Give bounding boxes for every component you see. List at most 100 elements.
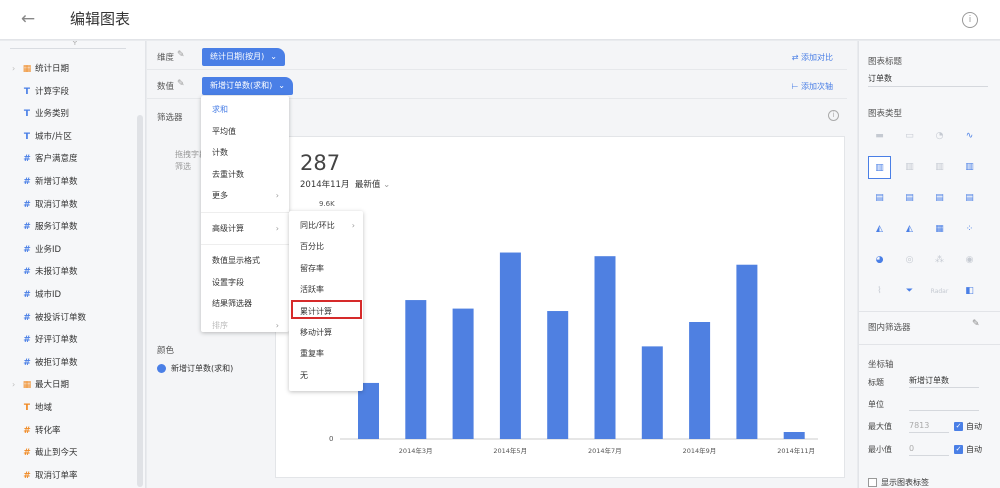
bar[interactable]: [641, 346, 663, 439]
menu-item[interactable]: 结果筛选器: [201, 293, 289, 314]
chart-type-option[interactable]: Radar: [928, 280, 951, 303]
min-input[interactable]: 0: [909, 443, 949, 456]
chart-type-option[interactable]: ⏷: [898, 280, 921, 303]
field-item[interactable]: # 被拒订单数: [0, 352, 140, 374]
chart-type-option[interactable]: ▭: [898, 125, 921, 148]
field-item[interactable]: # 取消订单率: [0, 465, 140, 487]
pencil-icon[interactable]: ✎: [177, 50, 185, 60]
menu-item[interactable]: 数值显示格式: [201, 250, 289, 271]
max-auto-checkbox[interactable]: ✓ 自动: [954, 421, 982, 432]
menu-item[interactable]: 去重计数: [201, 164, 289, 185]
field-item[interactable]: # 客户满意度: [0, 148, 140, 170]
bar[interactable]: [689, 322, 711, 439]
chart-type-option[interactable]: ▬: [868, 125, 891, 148]
submenu-item[interactable]: 重复率: [289, 343, 363, 364]
field-item[interactable]: # 被投诉订单数: [0, 307, 140, 329]
color-legend-item[interactable]: 新增订单数(求和): [157, 363, 233, 374]
value-pill[interactable]: 新增订单数(求和) ⌄: [202, 77, 293, 95]
field-item[interactable]: T 地域: [0, 397, 140, 419]
checkbox-icon: [868, 478, 877, 487]
add-secondary-axis-button[interactable]: ⊢ 添加次轴: [791, 81, 833, 92]
chart-type-option[interactable]: ◭: [898, 218, 921, 241]
info-icon[interactable]: i: [962, 12, 978, 28]
dimension-pill[interactable]: 统计日期(按月) ⌄: [202, 48, 285, 66]
menu-item[interactable]: 计数: [201, 142, 289, 163]
chart-type-option[interactable]: ◎: [898, 249, 921, 272]
field-item[interactable]: T 业务类别: [0, 103, 140, 125]
field-item[interactable]: # 截止到今天: [0, 442, 140, 464]
menu-item[interactable]: 设置字段: [201, 272, 289, 293]
menu-item[interactable]: 排序 ›: [201, 315, 289, 336]
chart-type-option[interactable]: ▤: [868, 187, 891, 210]
min-auto-checkbox[interactable]: ✓ 自动: [954, 444, 982, 455]
chart-type-option[interactable]: ◧: [958, 280, 981, 303]
chart-type-option[interactable]: ⌇: [868, 280, 891, 303]
unit-input[interactable]: [909, 398, 979, 411]
chevron-right-icon[interactable]: ›: [12, 58, 15, 80]
y-tick-label: 0: [329, 435, 334, 443]
bar[interactable]: [358, 382, 379, 439]
field-item[interactable]: T 城市/片区: [0, 126, 140, 148]
field-search-input[interactable]: ⚲: [10, 41, 126, 49]
bar[interactable]: [594, 256, 616, 439]
submenu-item[interactable]: 活跃率: [289, 279, 363, 300]
chart-type-option[interactable]: ▥: [958, 156, 981, 179]
bar[interactable]: [783, 432, 805, 439]
field-item[interactable]: › ▦ 统计日期: [0, 58, 140, 80]
chevron-right-icon[interactable]: ›: [12, 374, 15, 396]
field-item[interactable]: # 新增订单数: [0, 171, 140, 193]
chart-type-option[interactable]: ▥: [898, 156, 921, 179]
bar[interactable]: [499, 252, 521, 439]
back-arrow-icon[interactable]: ←: [16, 8, 40, 30]
bar[interactable]: [736, 264, 758, 439]
field-item[interactable]: T 计算字段: [0, 81, 140, 103]
pencil-icon[interactable]: ✎: [972, 319, 980, 329]
chart-type-option[interactable]: ◉: [958, 249, 981, 272]
bar[interactable]: [405, 300, 427, 439]
scrollbar[interactable]: [137, 115, 143, 487]
axis-title-input[interactable]: 新增订单数: [909, 375, 979, 388]
chart-type-option[interactable]: ◭: [868, 218, 891, 241]
submenu-item[interactable]: 同比/环比 ›: [289, 215, 363, 236]
menu-item[interactable]: 高级计算 ›: [201, 218, 289, 239]
info-icon[interactable]: i: [828, 110, 839, 121]
bar[interactable]: [452, 308, 474, 439]
chart-type-option[interactable]: ◕: [868, 249, 891, 272]
field-item[interactable]: # 取消订单数: [0, 194, 140, 216]
menu-item[interactable]: 平均值: [201, 121, 289, 142]
submenu-item[interactable]: 百分比: [289, 236, 363, 257]
menu-item[interactable]: 更多 ›: [201, 185, 289, 206]
field-item[interactable]: # 业务ID: [0, 239, 140, 261]
field-label: 未报订单数: [35, 267, 78, 278]
menu-item[interactable]: 求和: [201, 99, 289, 120]
chart-title-input[interactable]: 订单数: [868, 72, 988, 87]
max-input[interactable]: 7813: [909, 420, 949, 433]
menu-item-label: 结果筛选器: [212, 299, 252, 308]
chart-type-option[interactable]: ◔: [928, 125, 951, 148]
chart-type-option[interactable]: ∿: [958, 125, 981, 148]
field-item[interactable]: # 未报订单数: [0, 261, 140, 283]
field-item[interactable]: # 城市ID: [0, 284, 140, 306]
chart-type-option[interactable]: ▤: [958, 187, 981, 210]
submenu-item[interactable]: 无: [289, 365, 363, 386]
submenu-item[interactable]: 移动计算: [289, 322, 363, 343]
bar[interactable]: [547, 311, 569, 439]
field-item[interactable]: # 转化率: [0, 420, 140, 442]
chart-type-option[interactable]: ▦: [928, 218, 951, 241]
field-label: 城市ID: [35, 290, 62, 300]
chart-type-option[interactable]: ⁘: [958, 218, 981, 241]
chart-type-option[interactable]: ▥: [928, 156, 951, 179]
add-compare-button[interactable]: ⇄ 添加对比: [792, 52, 833, 63]
period-selector[interactable]: 2014年11月 最新值 ⌄: [300, 178, 390, 190]
chart-type-option[interactable]: ⁂: [928, 249, 951, 272]
axis-title-label: 标题: [868, 378, 884, 387]
show-labels-checkbox[interactable]: 显示图表标签: [868, 477, 929, 488]
field-item[interactable]: › ▦ 最大日期: [0, 374, 140, 396]
chart-type-option[interactable]: ▥: [868, 156, 891, 179]
chart-type-option[interactable]: ▤: [898, 187, 921, 210]
submenu-item[interactable]: 留存率: [289, 258, 363, 279]
pencil-icon[interactable]: ✎: [177, 79, 185, 89]
field-item[interactable]: # 好评订单数: [0, 329, 140, 351]
field-item[interactable]: # 服务订单数: [0, 216, 140, 238]
chart-type-option[interactable]: ▤: [928, 187, 951, 210]
